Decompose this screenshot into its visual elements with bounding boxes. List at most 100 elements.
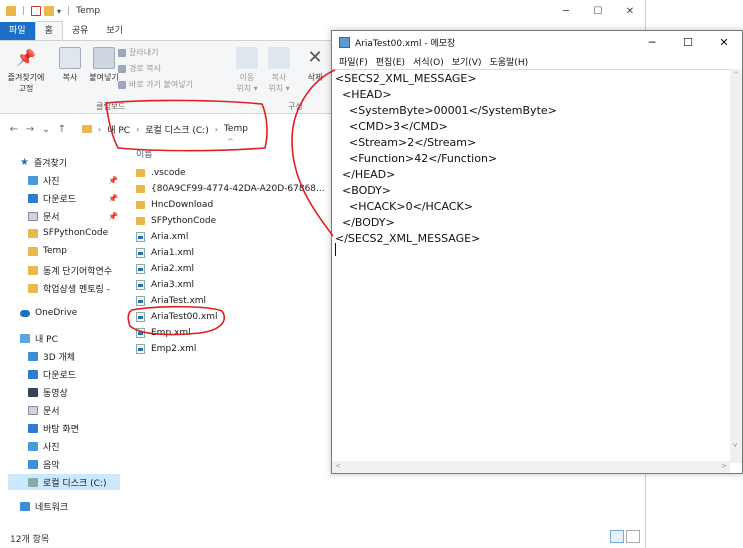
scroll-down-icon[interactable]: v bbox=[733, 441, 737, 449]
file-row[interactable]: HncDownload bbox=[136, 200, 213, 210]
paste-shortcut-button[interactable]: 바로 가기 붙여넣기 bbox=[118, 79, 193, 90]
address-box[interactable]: › 내 PC › 로컬 디스크 (C:) › Temp bbox=[82, 120, 342, 138]
column-header-name[interactable]: 이름 bbox=[136, 147, 153, 160]
minimize-button[interactable]: ─ bbox=[634, 31, 670, 53]
file-name: Aria2.xml bbox=[151, 264, 195, 274]
nav-item-documents[interactable]: 문서 bbox=[28, 210, 60, 223]
tab-view[interactable]: 보기 bbox=[97, 22, 132, 40]
scroll-up-icon[interactable]: ^ bbox=[733, 71, 739, 79]
minimize-button[interactable]: ─ bbox=[550, 0, 582, 22]
menu-edit[interactable]: 편집(E) bbox=[372, 55, 409, 68]
forward-button[interactable]: → bbox=[22, 124, 38, 135]
delete-button[interactable]: ✕ 삭제 bbox=[302, 47, 328, 83]
move-label-1: 이동 bbox=[239, 73, 255, 82]
tab-file[interactable]: 파일 bbox=[0, 22, 35, 40]
star-icon: ★ bbox=[20, 157, 29, 168]
nav-item-temp[interactable]: Temp bbox=[28, 246, 67, 256]
text-line: <SystemByte>00001</SystemByte> bbox=[335, 104, 557, 117]
nav-item-sfpythoncode[interactable]: SFPythonCode bbox=[28, 228, 108, 238]
vertical-scrollbar[interactable]: ^ v bbox=[730, 69, 742, 463]
file-name: Aria.xml bbox=[151, 232, 189, 242]
nav-quick-access[interactable]: ★ 즐겨찾기 bbox=[20, 156, 67, 169]
nav-item-pc-downloads[interactable]: 다운로드 bbox=[28, 368, 76, 381]
file-row[interactable]: Aria.xml bbox=[136, 232, 188, 242]
recent-locations-button[interactable]: ⌄ bbox=[38, 124, 54, 135]
nav-item-music[interactable]: 음악 bbox=[28, 458, 60, 471]
tab-share[interactable]: 공유 bbox=[63, 22, 98, 40]
navigation-pane: ★ 즐겨찾기 사진 📌 다운로드 📌 문서 📌 SFPythonCode Tem… bbox=[0, 144, 120, 524]
maximize-button[interactable]: ☐ bbox=[670, 31, 706, 53]
nav-item-local-disk[interactable]: 로컬 디스크 (C:) bbox=[8, 474, 120, 490]
horizontal-scrollbar[interactable]: < > bbox=[332, 461, 730, 473]
file-row[interactable]: Emp.xml bbox=[136, 328, 191, 338]
nav-item-pictures[interactable]: 사진 bbox=[28, 174, 60, 187]
explorer-titlebar: | ▾ | Temp ─ ☐ ✕ bbox=[0, 0, 646, 22]
nav-network[interactable]: 네트워크 bbox=[20, 500, 68, 513]
scroll-right-icon[interactable]: > bbox=[721, 462, 727, 470]
pin-icon: 📌 bbox=[16, 48, 36, 67]
nav-item-pc-pictures[interactable]: 사진 bbox=[28, 440, 60, 453]
menu-help[interactable]: 도움말(H) bbox=[485, 55, 532, 68]
tab-home[interactable]: 홈 bbox=[34, 21, 63, 40]
nav-item-downloads[interactable]: 다운로드 bbox=[28, 192, 76, 205]
move-to-button[interactable]: 이동 위치 ▾ bbox=[234, 47, 260, 94]
file-row[interactable]: Emp2.xml bbox=[136, 344, 196, 354]
copy-button[interactable]: 복사 bbox=[58, 47, 82, 83]
nav-item-3d-objects[interactable]: 3D 개체 bbox=[28, 350, 75, 363]
file-row[interactable]: .vscode bbox=[136, 168, 186, 178]
text-line: </SECS2_XML_MESSAGE> bbox=[335, 232, 481, 245]
copy-to-button[interactable]: 복사 위치 ▾ bbox=[266, 47, 292, 94]
move-icon bbox=[236, 47, 258, 69]
video-icon bbox=[28, 388, 38, 397]
nav-item-language-course[interactable]: 동계 단기어학연수 bbox=[28, 264, 112, 277]
breadcrumb-local-disk[interactable]: 로컬 디스크 (C:) bbox=[145, 123, 208, 136]
details-view-button[interactable] bbox=[610, 530, 624, 543]
pin-quick-access-button[interactable]: 📌 즐겨찾기에 고정 bbox=[4, 47, 48, 94]
close-button[interactable]: ✕ bbox=[706, 31, 742, 53]
nav-item-desktop[interactable]: 바탕 화면 bbox=[28, 422, 79, 435]
large-icons-view-button[interactable] bbox=[626, 530, 640, 543]
paste-icon bbox=[93, 47, 115, 69]
file-row[interactable]: AriaTest.xml bbox=[136, 296, 206, 306]
menu-format[interactable]: 서식(O) bbox=[409, 55, 448, 68]
nav-label: 바탕 화면 bbox=[43, 425, 79, 435]
scroll-left-icon[interactable]: < bbox=[335, 462, 341, 470]
breadcrumb-this-pc[interactable]: 내 PC bbox=[107, 123, 130, 136]
text-line: <CMD>3</CMD> bbox=[335, 120, 448, 133]
menu-view[interactable]: 보기(V) bbox=[448, 55, 486, 68]
nav-label: 학업상생 멘토링 - bbox=[43, 285, 110, 295]
menu-file[interactable]: 파일(F) bbox=[335, 55, 372, 68]
properties-icon[interactable] bbox=[31, 6, 42, 16]
file-row[interactable]: {80A9CF99-4774-42DA-A20D-67868... bbox=[136, 184, 325, 194]
cut-button[interactable]: 잘라내기 bbox=[118, 47, 158, 58]
copyto-label-2: 위치 ▾ bbox=[268, 84, 290, 93]
copy-label: 복사 bbox=[62, 73, 78, 82]
breadcrumb-temp[interactable]: Temp bbox=[224, 124, 248, 134]
new-folder-icon[interactable] bbox=[44, 6, 55, 16]
file-row[interactable]: SFPythonCode bbox=[136, 216, 216, 226]
maximize-button[interactable]: ☐ bbox=[582, 0, 614, 22]
file-row[interactable]: Aria1.xml bbox=[136, 248, 194, 258]
close-button[interactable]: ✕ bbox=[614, 0, 646, 22]
nav-onedrive[interactable]: OneDrive bbox=[20, 308, 77, 318]
xml-file-icon bbox=[136, 248, 145, 258]
xml-file-icon bbox=[136, 312, 145, 322]
nav-item-mentoring[interactable]: 학업상생 멘토링 - bbox=[28, 282, 110, 295]
nav-this-pc[interactable]: 내 PC bbox=[20, 332, 58, 345]
file-name: Emp2.xml bbox=[151, 344, 197, 354]
back-button[interactable]: ← bbox=[6, 124, 22, 135]
notepad-window: AriaTest00.xml - 메모장 ─ ☐ ✕ 파일(F) 편집(E) 서… bbox=[331, 30, 743, 474]
file-row[interactable]: Aria2.xml bbox=[136, 264, 194, 274]
paste-button[interactable]: 붙여넣기 bbox=[86, 47, 122, 83]
pin-icon: 📌 bbox=[108, 194, 118, 203]
file-name: .vscode bbox=[151, 168, 186, 178]
notepad-text-area[interactable]: <SECS2_XML_MESSAGE> <HEAD> <SystemByte>0… bbox=[332, 69, 730, 463]
copy-path-button[interactable]: 경로 복사 bbox=[118, 63, 161, 74]
up-button[interactable]: ↑ bbox=[54, 124, 70, 135]
nav-item-videos[interactable]: 동영상 bbox=[28, 386, 68, 399]
file-row[interactable]: AriaTest00.xml bbox=[136, 312, 218, 322]
file-row[interactable]: Aria3.xml bbox=[136, 280, 194, 290]
nav-item-pc-documents[interactable]: 문서 bbox=[28, 404, 60, 417]
status-bar: 12개 항목 bbox=[0, 528, 646, 548]
customize-toolbar-icon[interactable]: ▾ bbox=[57, 7, 61, 16]
